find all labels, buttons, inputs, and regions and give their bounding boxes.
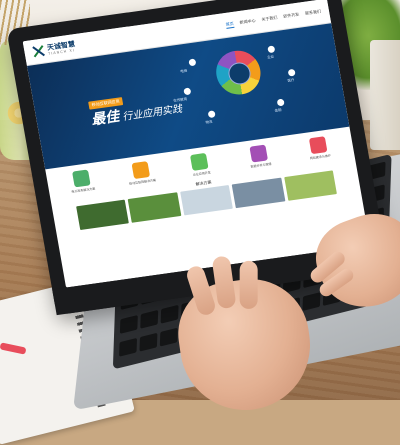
orbit-node-icon: [188, 58, 197, 67]
nav-item-contact[interactable]: 联系我们: [305, 8, 322, 17]
keyboard-key: [302, 291, 321, 311]
keyboard-key: [160, 304, 179, 324]
finger: [239, 260, 258, 309]
orbit-label: 物流: [205, 119, 213, 125]
devices-icon: [308, 136, 328, 155]
case-thumbnail[interactable]: [128, 192, 182, 223]
feature-text: 网站建设与维护: [309, 153, 332, 161]
banner-title-rest: 行业应用实践: [121, 103, 184, 124]
feature-card[interactable]: 移动互联网解决方案: [122, 160, 160, 186]
phone-icon: [190, 152, 210, 171]
keyboard-key: [119, 337, 138, 357]
orbit-node-icon: [207, 110, 216, 119]
orbit-label: 在线教育: [172, 97, 188, 103]
orbit-node-icon: [276, 98, 285, 107]
keyboard-key: [119, 314, 138, 334]
nav-item-home[interactable]: 首页: [225, 20, 235, 29]
case-thumbnail[interactable]: [231, 177, 286, 209]
orbit-node-icon: [183, 87, 192, 96]
keyboard-key: [139, 332, 158, 352]
feature-text: 移动互联网解决方案: [128, 178, 157, 186]
site-logo[interactable]: 天诚智慧 TIANCH XI: [32, 40, 77, 58]
site-nav: 首页 新闻中心 关于我们 软件开发 联系我们: [225, 8, 322, 29]
feature-text: 电子政务解决方案: [71, 186, 96, 194]
nav-item-software[interactable]: 软件开发: [283, 11, 300, 20]
nav-item-news[interactable]: 新闻中心: [239, 17, 256, 26]
case-thumbnail[interactable]: [76, 199, 130, 231]
orbit-node-icon: [267, 45, 276, 54]
case-thumbnail[interactable]: [179, 184, 234, 216]
nav-item-about[interactable]: 关于我们: [261, 14, 278, 23]
database-icon: [249, 144, 269, 163]
flower-pot: [370, 40, 400, 150]
logo-mark-icon: [32, 44, 46, 57]
orbit-label: 医疗: [287, 77, 295, 83]
keyboard-key: [140, 309, 159, 329]
feature-card[interactable]: 网站建设与维护: [300, 135, 338, 161]
banner-title-big: 最佳: [90, 108, 121, 129]
feature-card[interactable]: 数据分析与管理: [241, 143, 279, 169]
orbit-label: 电商: [179, 68, 188, 74]
mobile-icon: [131, 161, 150, 180]
keyboard-key: [159, 327, 178, 347]
feature-text: 企业应用开发: [192, 170, 212, 177]
orbit-label: 企业: [266, 54, 275, 60]
feature-card[interactable]: 电子政务解决方案: [63, 168, 101, 194]
feature-card[interactable]: 企业应用开发: [182, 152, 220, 178]
orbit-node-icon: [287, 68, 296, 77]
cloud-icon: [71, 169, 91, 188]
case-thumbnail[interactable]: [283, 170, 337, 201]
feature-text: 数据分析与管理: [250, 161, 272, 169]
orbit-label: 金融: [274, 107, 282, 113]
